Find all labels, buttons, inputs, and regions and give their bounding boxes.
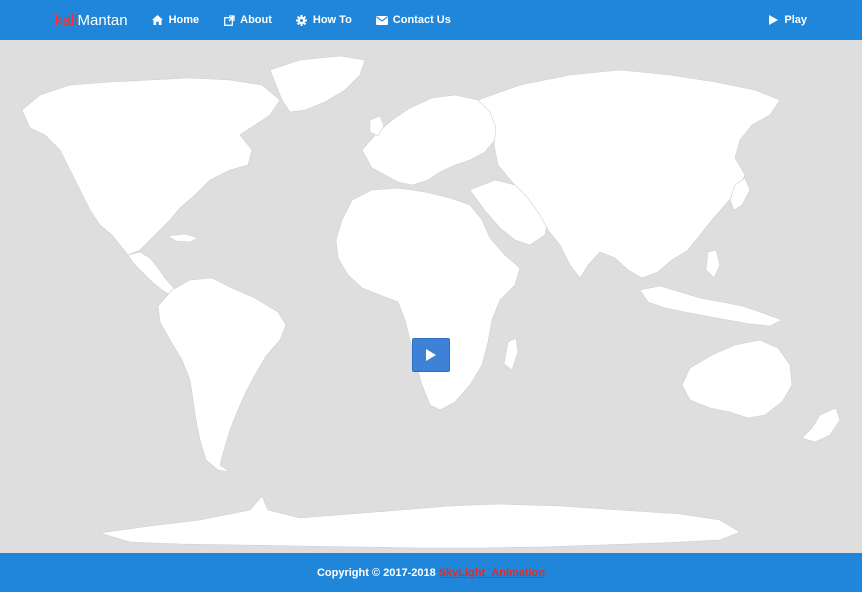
south-america-landmass bbox=[157, 277, 287, 473]
nav-contact-label: Contact Us bbox=[392, 14, 451, 26]
play-icon bbox=[767, 14, 779, 26]
europe-landmass bbox=[361, 94, 501, 186]
nav-howto[interactable]: How To bbox=[296, 14, 352, 26]
asia-landmass bbox=[477, 69, 781, 279]
nav-home[interactable]: Home bbox=[152, 14, 200, 26]
credit-link[interactable]: SkyLight_Animation bbox=[439, 567, 545, 579]
australia-landmass bbox=[681, 339, 793, 419]
nav-play[interactable]: Play bbox=[767, 14, 807, 26]
caribbean-islands bbox=[167, 233, 199, 243]
nav-contact[interactable]: Contact Us bbox=[375, 14, 451, 26]
world-map bbox=[0, 40, 862, 553]
new-zealand-landmass bbox=[801, 407, 841, 443]
greenland-landmass bbox=[269, 55, 366, 113]
nav-home-label: Home bbox=[168, 14, 200, 26]
africa-landmass bbox=[335, 187, 521, 411]
brand-accent: kali bbox=[55, 11, 78, 29]
brand-logo[interactable]: kaliMantan bbox=[55, 12, 128, 29]
home-icon bbox=[152, 14, 164, 26]
center-play-button[interactable] bbox=[412, 338, 450, 372]
nav-about[interactable]: About bbox=[223, 14, 272, 26]
nav-about-label: About bbox=[240, 14, 272, 26]
southeast-asia-islands bbox=[639, 285, 783, 327]
nav-right-group: Play bbox=[767, 0, 807, 40]
envelope-icon bbox=[375, 14, 388, 26]
copyright-text: Copyright © 2017-2018 bbox=[316, 566, 436, 579]
play-icon bbox=[425, 349, 437, 361]
nav-howto-label: How To bbox=[312, 14, 352, 26]
central-america-landmass bbox=[127, 251, 179, 297]
gear-icon bbox=[296, 14, 308, 26]
brand-rest: Mantan bbox=[77, 11, 128, 29]
world-map-svg bbox=[21, 55, 841, 549]
external-link-icon bbox=[223, 14, 235, 26]
north-america-landmass bbox=[21, 77, 281, 256]
nav-play-label: Play bbox=[784, 14, 807, 26]
top-navbar: kaliMantan Home About How To Contact Us … bbox=[0, 0, 862, 40]
philippines-landmass bbox=[705, 249, 721, 279]
footer-bar: Copyright © 2017-2018 SkyLight_Animation bbox=[0, 553, 862, 592]
madagascar-landmass bbox=[503, 337, 519, 371]
antarctica-landmass bbox=[99, 495, 741, 549]
